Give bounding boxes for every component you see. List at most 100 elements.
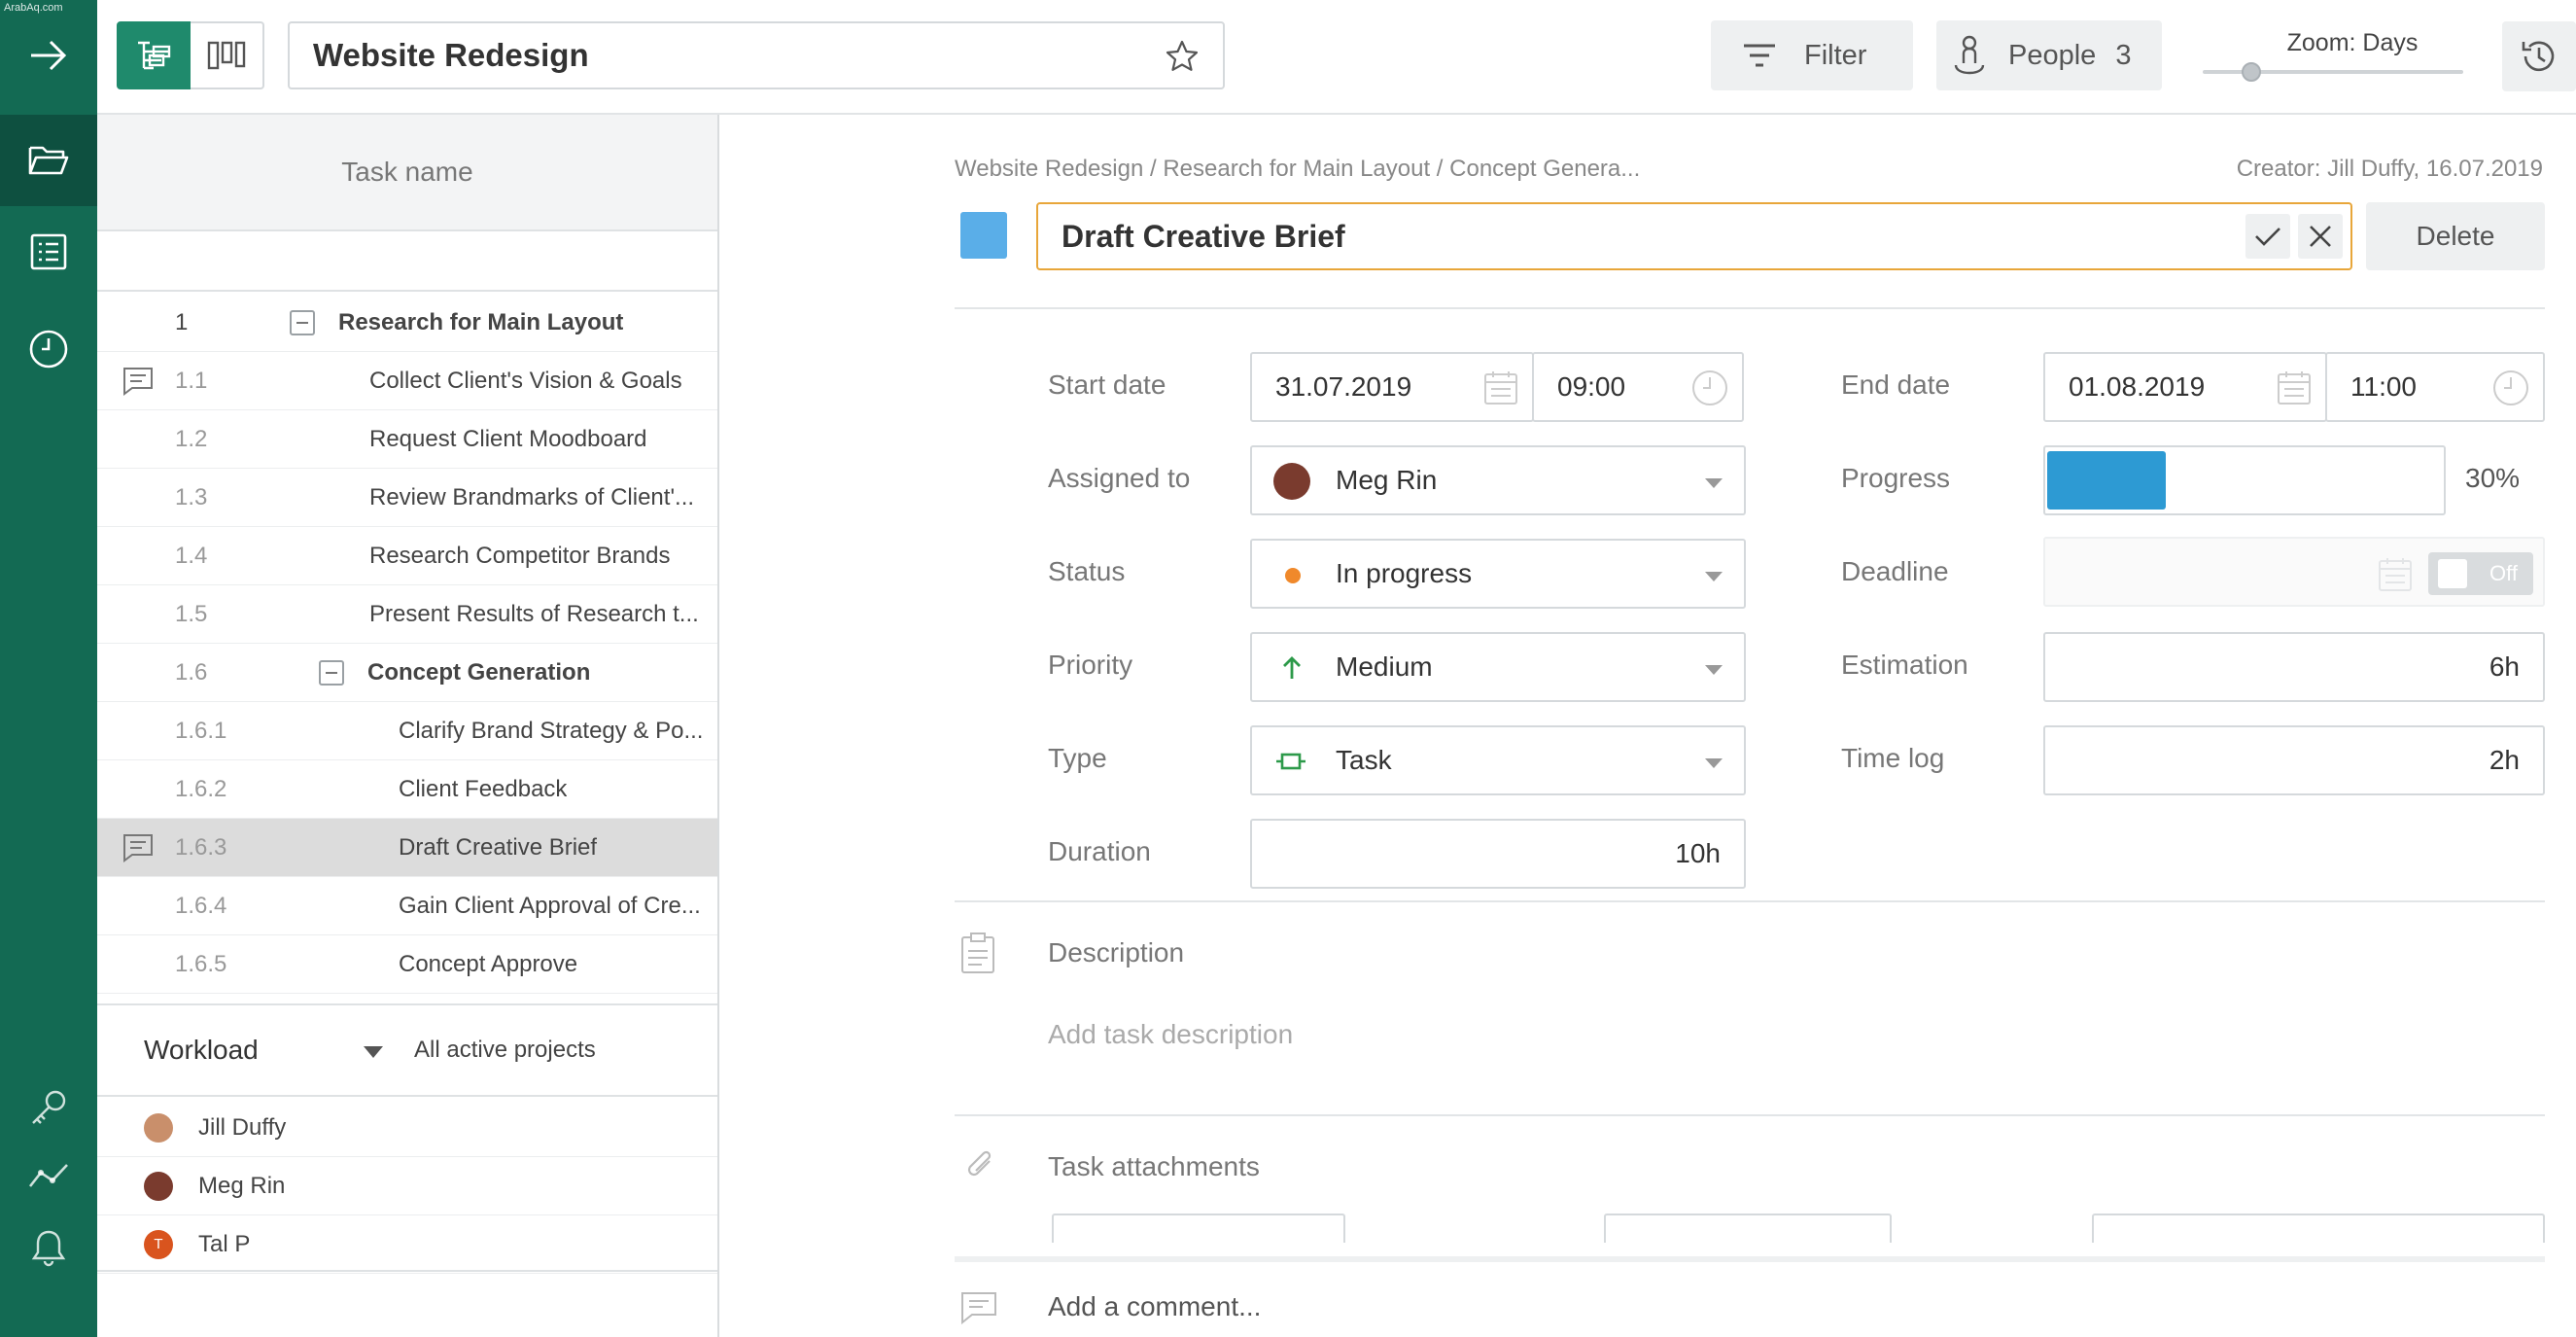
rail-list-button[interactable] <box>0 206 97 298</box>
tree-row[interactable]: 1.1 Collect Client's Vision & Goals <box>97 352 717 410</box>
start-date-input[interactable]: 31.07.2019 <box>1250 352 1534 422</box>
board-view-button[interactable] <box>191 21 264 89</box>
zoom-slider-handle[interactable] <box>2242 62 2261 82</box>
estimation-input[interactable]: 6h <box>2043 632 2545 702</box>
start-time-input[interactable]: 09:00 <box>1532 352 1744 422</box>
tree-row[interactable]: 1.3 Review Brandmarks of Client'... <box>97 469 717 527</box>
time-log-label: Time log <box>1841 743 1945 773</box>
expand-rail-button[interactable] <box>0 10 97 101</box>
people-label: People <box>2008 39 2097 71</box>
history-button[interactable] <box>2502 21 2576 91</box>
deadline-toggle[interactable]: Off <box>2428 552 2533 595</box>
assigned-to-label: Assigned to <box>1048 463 1191 493</box>
duration-input[interactable]: 10h <box>1250 819 1746 889</box>
clock-icon <box>28 329 69 369</box>
type-select[interactable]: Task <box>1250 725 1746 795</box>
workload-person-row[interactable]: Jill Duffy <box>97 1099 717 1157</box>
row-number: 1.6.3 <box>175 833 227 861</box>
tree-row[interactable]: 1.2 Request Client Moodboard <box>97 410 717 469</box>
status-dot-icon <box>1285 568 1301 583</box>
rail-time-button[interactable] <box>0 303 97 395</box>
filter-icon <box>1742 42 1777 69</box>
time-log-input[interactable]: 2h <box>2043 725 2545 795</box>
people-count: 3 <box>2115 39 2132 71</box>
status-select[interactable]: In progress <box>1250 539 1746 609</box>
time-log-value: 2h <box>2489 745 2520 775</box>
avatar <box>144 1171 173 1201</box>
check-icon <box>2254 226 2281 247</box>
row-number: 1.1 <box>175 367 208 394</box>
caret-down-icon[interactable] <box>364 1046 383 1058</box>
attachments-title: Task attachments <box>1048 1151 1260 1181</box>
cancel-title-button[interactable] <box>2298 214 2343 259</box>
assigned-to-select[interactable]: Meg Rin <box>1250 445 1746 515</box>
workload-project-filter[interactable]: All active projects <box>414 1037 596 1064</box>
task-tree-panel: Task name 1 Research for Main Layout 1.1… <box>97 115 719 1337</box>
tree-row[interactable]: 1.5 Present Results of Research t... <box>97 585 717 644</box>
tree-row[interactable]: 1.6.5 Concept Approve <box>97 935 717 994</box>
end-time-input[interactable]: 11:00 <box>2325 352 2545 422</box>
paperclip-icon <box>964 1145 997 1184</box>
task-title-input[interactable]: Draft Creative Brief <box>1036 202 2352 270</box>
end-date-input[interactable]: 01.08.2019 <box>2043 352 2327 422</box>
left-rail: ArabAq.com <box>0 0 97 1337</box>
chevron-down-icon <box>1705 758 1723 768</box>
attachment-card[interactable] <box>1604 1214 1892 1243</box>
workload-person-row[interactable]: Meg Rin <box>97 1157 717 1215</box>
tree-row-selected[interactable]: 1.6.3 Draft Creative Brief <box>97 819 717 877</box>
comment-icon <box>122 367 154 396</box>
tree-row[interactable]: 1.6 Concept Generation <box>97 644 717 702</box>
comment-input[interactable]: Add a comment... <box>1048 1291 1261 1322</box>
assigned-to-value: Meg Rin <box>1336 465 1438 495</box>
progress-bar[interactable] <box>2043 445 2446 515</box>
bell-icon <box>31 1228 66 1267</box>
description-input[interactable]: Add task description <box>1048 1019 1293 1050</box>
tree-row[interactable]: 1.6.4 Gain Client Approval of Cre... <box>97 877 717 935</box>
deadline-input[interactable]: Off <box>2043 537 2545 607</box>
task-title: Draft Creative Brief <box>1062 218 1345 254</box>
attachment-card[interactable] <box>1052 1214 1345 1243</box>
progress-percent: 30% <box>2465 463 2521 493</box>
estimation-label: Estimation <box>1841 650 1968 680</box>
avatar <box>144 1112 173 1143</box>
calendar-icon <box>2277 369 2312 406</box>
row-task-name: Concept Approve <box>399 950 578 977</box>
tree-spacer <box>97 233 717 292</box>
task-details-panel: Website Redesign / Research for Main Lay… <box>719 115 2576 1337</box>
breadcrumb[interactable]: Website Redesign / Research for Main Lay… <box>955 156 1640 183</box>
project-title-box[interactable]: Website Redesign <box>288 21 1225 89</box>
tree-row[interactable]: 1.6.1 Clarify Brand Strategy & Po... <box>97 702 717 760</box>
clock-icon <box>1691 369 1728 406</box>
star-icon[interactable] <box>1165 39 1200 74</box>
divider <box>955 900 2545 902</box>
filter-button[interactable]: Filter <box>1711 20 1913 90</box>
collapse-icon[interactable] <box>319 659 344 686</box>
rail-notifications-button[interactable] <box>0 1202 97 1293</box>
confirm-title-button[interactable] <box>2245 214 2290 259</box>
top-bar: Website Redesign Filter People 3 Zoom: D… <box>97 0 2576 115</box>
row-number: 1.3 <box>175 483 208 510</box>
collapse-icon[interactable] <box>290 309 315 335</box>
estimation-value: 6h <box>2489 651 2520 682</box>
end-date-value: 01.08.2019 <box>2069 371 2206 402</box>
end-date-label: End date <box>1841 369 1951 400</box>
task-color-swatch[interactable] <box>960 212 1007 259</box>
workload-person-row[interactable]: T Tal P <box>97 1215 717 1274</box>
start-date-value: 31.07.2019 <box>1275 371 1412 402</box>
delete-button[interactable]: Delete <box>2366 202 2545 270</box>
tree-row[interactable]: 1 Research for Main Layout <box>97 294 717 352</box>
tree-row[interactable]: 1.4 Research Competitor Brands <box>97 527 717 585</box>
chevron-down-icon <box>1705 572 1723 581</box>
divider <box>955 1256 2545 1262</box>
gantt-view-button[interactable] <box>117 21 191 89</box>
priority-select[interactable]: Medium <box>1250 632 1746 702</box>
row-task-name: Collect Client's Vision & Goals <box>369 367 682 394</box>
rail-projects-button[interactable] <box>0 115 97 206</box>
priority-value: Medium <box>1336 651 1433 682</box>
attachment-card[interactable] <box>2092 1214 2545 1243</box>
people-button[interactable]: People 3 <box>1936 20 2162 90</box>
tree-row[interactable]: 1.6.2 Client Feedback <box>97 760 717 819</box>
toggle-label: Off <box>2489 561 2518 585</box>
start-time-value: 09:00 <box>1557 371 1626 402</box>
project-title: Website Redesign <box>313 37 589 73</box>
